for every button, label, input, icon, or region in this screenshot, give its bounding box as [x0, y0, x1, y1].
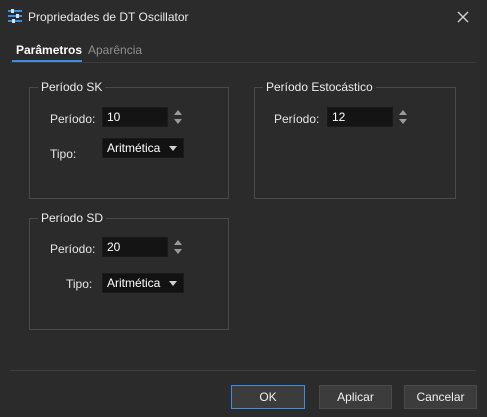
group-title-periodo-sd: Período SD [38, 211, 107, 225]
periodo-sk-label: Período: [50, 112, 96, 126]
tab-aparencia[interactable]: Aparência [88, 43, 142, 57]
periodo-estocastico-label: Período: [274, 112, 320, 126]
periodo-estocastico-spinner[interactable] [397, 107, 409, 127]
footer-divider [10, 370, 476, 371]
tipo-sd-select[interactable]: Aritmética [102, 273, 184, 293]
tipo-sd-value: Aritmética [107, 276, 161, 290]
periodo-sd-input[interactable]: 20 [102, 237, 168, 257]
periodo-sd-spinner[interactable] [172, 237, 184, 257]
spin-up-icon[interactable] [399, 110, 407, 115]
periodo-estocastico-input[interactable]: 12 [327, 107, 393, 127]
settings-sliders-icon [8, 9, 22, 23]
tipo-sk-select[interactable]: Aritmética [102, 138, 184, 158]
ok-button[interactable]: OK [231, 385, 305, 409]
tipo-sk-label: Tipo: [50, 147, 77, 161]
tab-divider [10, 62, 476, 63]
cancel-button[interactable]: Cancelar [404, 385, 477, 409]
spin-down-icon[interactable] [399, 119, 407, 124]
close-icon[interactable] [456, 10, 470, 24]
tab-parametros[interactable]: Parâmetros [16, 43, 82, 57]
periodo-sd-label: Período: [50, 242, 96, 256]
title-bar: Propriedades de DT Oscillator [0, 0, 487, 36]
chevron-down-icon [169, 281, 177, 286]
chevron-down-icon [169, 146, 177, 151]
spin-down-icon[interactable] [174, 119, 182, 124]
group-title-periodo-estocastico: Período Estocástico [263, 80, 376, 94]
spin-up-icon[interactable] [174, 240, 182, 245]
periodo-sk-spinner[interactable] [172, 107, 184, 127]
tipo-sk-value: Aritmética [107, 141, 161, 155]
periodo-sk-input[interactable]: 10 [102, 107, 168, 127]
tipo-sd-label: Tipo: [66, 277, 93, 291]
apply-button[interactable]: Aplicar [319, 385, 392, 409]
group-title-periodo-sk: Período SK [38, 80, 106, 94]
spin-down-icon[interactable] [174, 249, 182, 254]
spin-up-icon[interactable] [174, 110, 182, 115]
window-title: Propriedades de DT Oscillator [28, 10, 189, 24]
group-periodo-estocastico: Período Estocástico [254, 80, 456, 199]
